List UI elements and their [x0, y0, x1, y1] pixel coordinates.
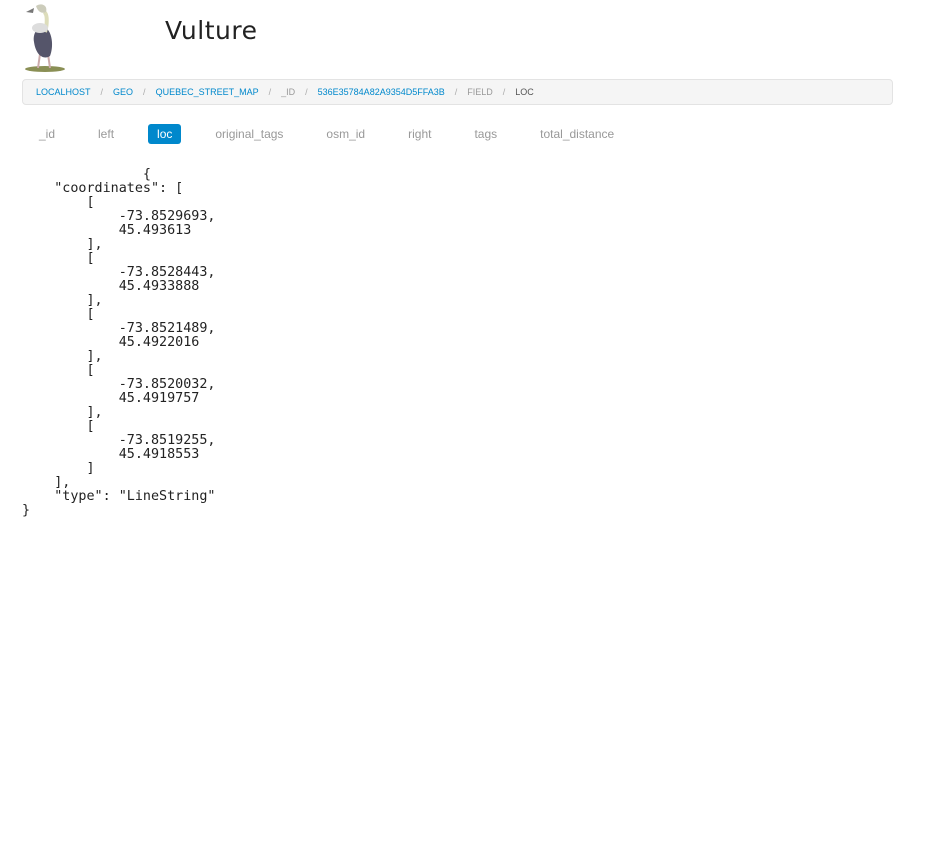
breadcrumb-geo[interactable]: GEO [113, 87, 133, 97]
breadcrumb-current-field: LOC [515, 87, 534, 97]
app-title: Vulture [165, 16, 258, 45]
breadcrumb-separator: / [268, 87, 272, 97]
vulture-logo-icon[interactable] [22, 2, 68, 72]
tab-loc[interactable]: loc [148, 124, 182, 144]
tab-id[interactable]: _id [30, 124, 64, 144]
breadcrumb-collection[interactable]: QUEBEC_STREET_MAP [156, 87, 259, 97]
tab-left[interactable]: left [89, 124, 123, 144]
breadcrumb-id-label: _ID [281, 87, 296, 97]
app-header: Vulture [0, 0, 942, 76]
breadcrumb-separator: / [305, 87, 308, 97]
breadcrumb-separator: / [502, 87, 506, 97]
field-value-json: { "coordinates": [ [ -73.8529693, 45.493… [22, 167, 216, 518]
tab-osm-id[interactable]: osm_id [317, 124, 374, 144]
tab-total-distance[interactable]: total_distance [531, 124, 623, 144]
breadcrumb-localhost[interactable]: LOCALHOST [36, 87, 91, 97]
breadcrumb-separator: / [143, 87, 146, 97]
breadcrumb-separator: / [454, 87, 458, 97]
tab-right[interactable]: right [399, 124, 440, 144]
breadcrumb-separator: / [100, 87, 104, 97]
tab-tags[interactable]: tags [465, 124, 506, 144]
breadcrumb-field-label: FIELD [467, 87, 493, 97]
field-tabs: _id left loc original_tags osm_id right … [22, 123, 648, 145]
tab-original-tags[interactable]: original_tags [206, 124, 292, 144]
breadcrumb: LOCALHOST / GEO / QUEBEC_STREET_MAP / _I… [22, 79, 893, 105]
breadcrumb-document-id[interactable]: 536E35784A82A9354D5FFA3B [318, 87, 445, 97]
